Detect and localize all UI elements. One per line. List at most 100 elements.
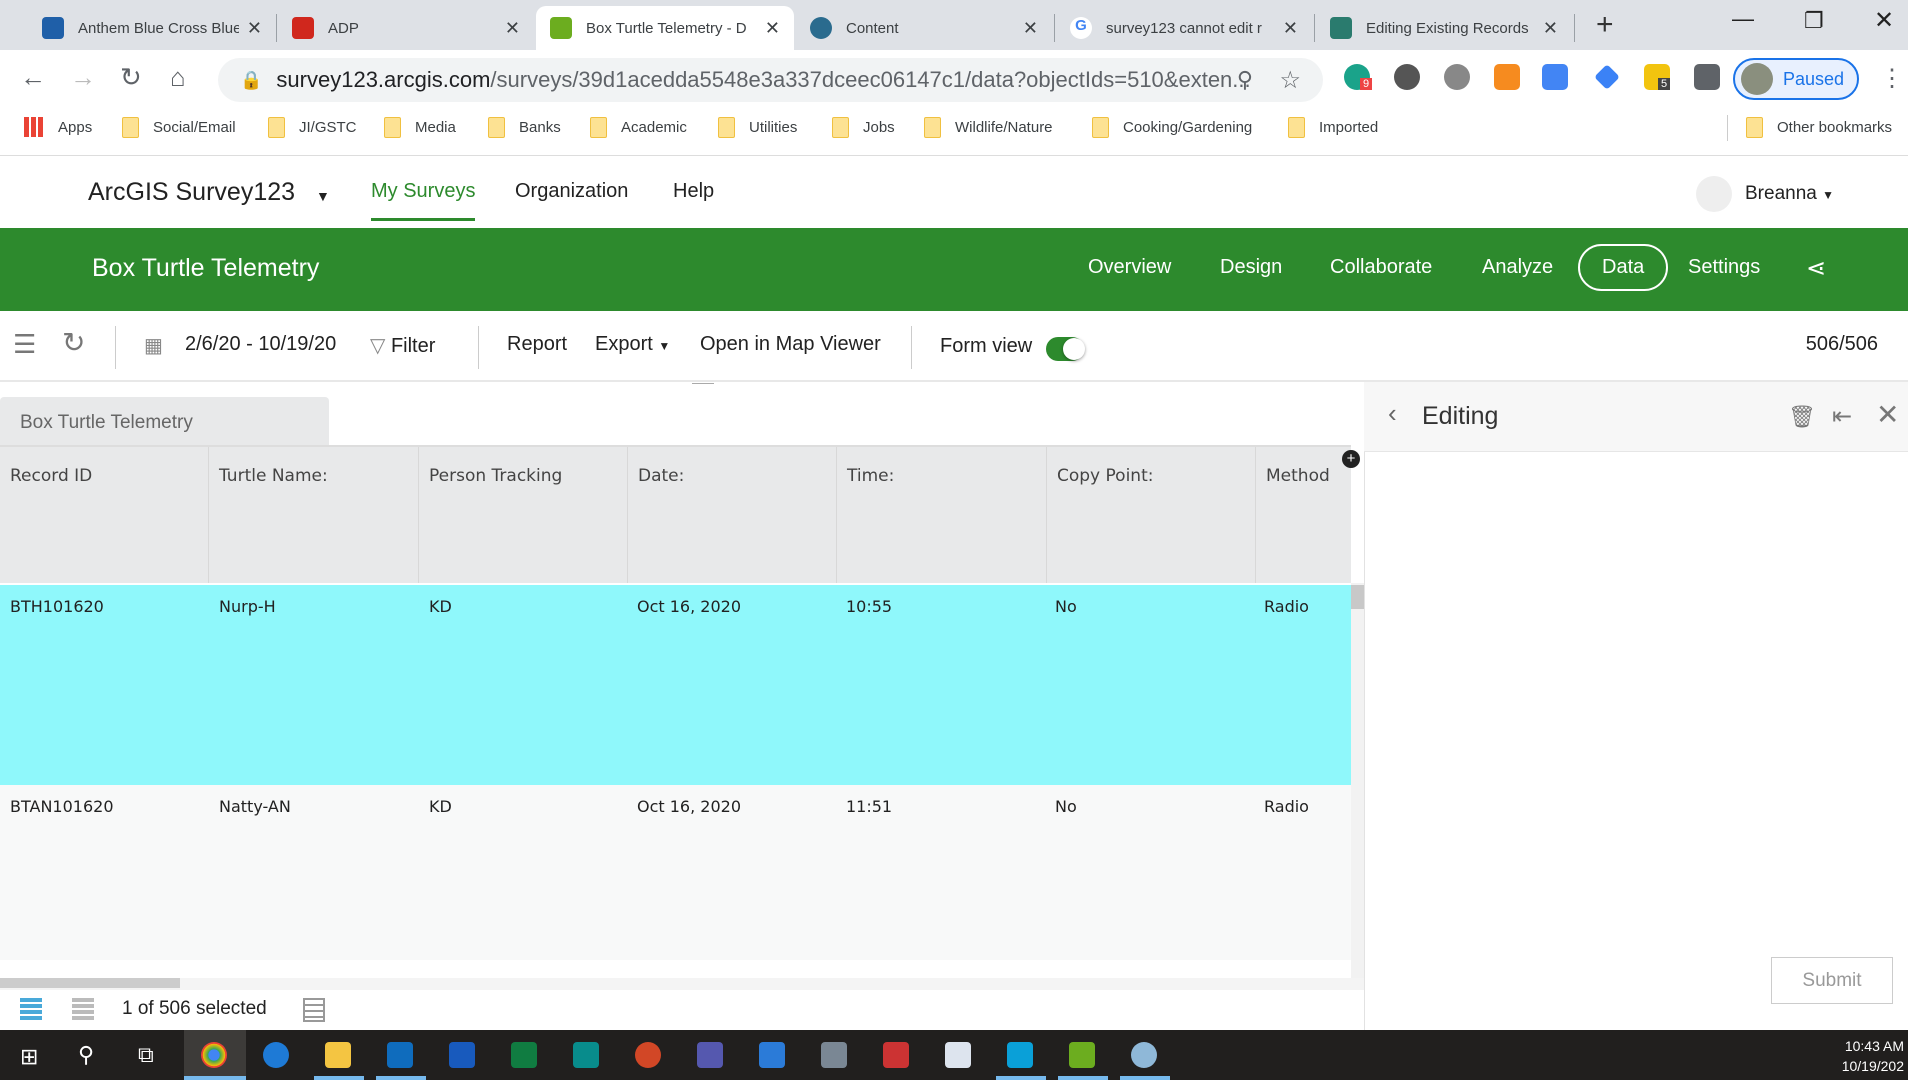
browser-menu-icon[interactable]: ⋮	[1880, 64, 1904, 93]
filter-button[interactable]: ▽ Filter	[370, 333, 435, 358]
column-header[interactable]: Copy Point:	[1047, 447, 1256, 583]
date-range[interactable]: 2/6/20 - 10/19/20	[185, 333, 336, 356]
bookmark-star-icon[interactable]: ☆	[1279, 66, 1301, 95]
extension-yellow-icon[interactable]: 5	[1644, 64, 1671, 90]
sheet-tab[interactable]: Box Turtle Telemetry	[0, 397, 329, 445]
survey-nav-data[interactable]: Data	[1578, 244, 1669, 291]
snipping-tool-icon[interactable]	[883, 1042, 909, 1068]
survey-nav-overview[interactable]: Overview	[1088, 256, 1171, 279]
user-menu[interactable]: Breanna ▼	[1745, 183, 1834, 205]
extensions-puzzle-icon[interactable]	[1694, 64, 1720, 90]
table-row-selected[interactable]: BTH101620 Nurp-H KD Oct 16, 2020 10:55 N…	[0, 585, 1351, 785]
close-tab-icon[interactable]: ✕	[247, 18, 262, 39]
survey-nav-collaborate[interactable]: Collaborate	[1330, 256, 1432, 279]
window-close-button[interactable]: ✕	[1874, 6, 1894, 35]
extension-a-icon[interactable]: 9	[1344, 64, 1373, 90]
scrollbar-thumb[interactable]	[0, 978, 180, 988]
column-header[interactable]: Person Tracking	[419, 447, 628, 583]
table-row-partial[interactable]	[0, 960, 1351, 980]
collapse-panel-icon[interactable]: ⇤	[1832, 402, 1852, 431]
column-header[interactable]: Record ID	[0, 447, 209, 583]
column-header[interactable]: Turtle Name:	[209, 447, 419, 583]
show-selected-icon[interactable]	[72, 998, 94, 1022]
extension-m-icon[interactable]	[1494, 64, 1520, 90]
bookmark-folder[interactable]: Jobs	[832, 117, 895, 138]
survey-nav-design[interactable]: Design	[1220, 256, 1282, 279]
scrollbar-thumb[interactable]	[1351, 585, 1364, 609]
skype-business-icon[interactable]	[1007, 1042, 1033, 1068]
search-icon[interactable]: ⚲	[78, 1042, 94, 1068]
share-icon[interactable]: ⋖	[1806, 254, 1826, 283]
nav-organization[interactable]: Organization	[515, 180, 628, 203]
profile-button[interactable]: Paused	[1733, 58, 1859, 100]
column-header[interactable]: Time:	[837, 447, 1047, 583]
bookmark-folder[interactable]: Media	[384, 117, 456, 138]
calculator-icon[interactable]	[821, 1042, 847, 1068]
file-explorer-icon[interactable]	[325, 1042, 351, 1068]
powerpoint-icon[interactable]	[635, 1042, 661, 1068]
extension-spheres-icon[interactable]	[1394, 64, 1420, 90]
forward-icon[interactable]: →	[70, 62, 96, 93]
back-chevron-icon[interactable]: ‹	[1388, 398, 1397, 429]
table-row[interactable]: BTAN101620 Natty-AN KD Oct 16, 2020 11:5…	[0, 785, 1351, 960]
survey-nav-settings[interactable]: Settings	[1688, 256, 1760, 279]
home-icon[interactable]: ⌂	[170, 62, 186, 93]
bookmark-folder[interactable]: Cooking/Gardening	[1092, 117, 1252, 138]
close-tab-icon[interactable]: ✕	[1023, 18, 1038, 39]
minimize-button[interactable]: —	[1732, 6, 1754, 32]
nav-my-surveys[interactable]: My Surveys	[371, 180, 476, 221]
close-panel-icon[interactable]: ✕	[1876, 398, 1899, 431]
bookmark-folder[interactable]: Utilities	[718, 117, 797, 138]
bookmark-folder[interactable]: Banks	[488, 117, 561, 138]
add-column-icon[interactable]: +	[1342, 450, 1360, 468]
report-button[interactable]: Report	[507, 333, 567, 356]
close-tab-icon[interactable]: ✕	[1543, 18, 1558, 39]
browser-tab[interactable]: Gsurvey123 cannot edit r ✕	[1056, 6, 1312, 50]
export-button[interactable]: Export ▼	[595, 333, 670, 356]
open-map-viewer-button[interactable]: Open in Map Viewer	[700, 333, 881, 356]
column-header[interactable]: Date:	[628, 447, 837, 583]
horizontal-scrollbar[interactable]	[0, 978, 1364, 990]
close-tab-icon[interactable]: ✕	[765, 18, 780, 39]
publisher-icon[interactable]	[573, 1042, 599, 1068]
bookmark-folder[interactable]: Imported	[1288, 117, 1378, 138]
delete-icon[interactable]: 🗑	[1788, 404, 1816, 430]
show-all-icon[interactable]	[20, 998, 42, 1022]
bookmark-other[interactable]: Other bookmarks	[1746, 117, 1892, 138]
nav-help[interactable]: Help	[673, 180, 714, 203]
submit-button[interactable]: Submit	[1771, 957, 1893, 1004]
google-translate-icon[interactable]	[1542, 64, 1568, 90]
new-tab-button[interactable]: +	[1596, 8, 1614, 42]
system-clock[interactable]: 10:43 AM 10/19/202	[1842, 1036, 1904, 1076]
bookmark-apps[interactable]: Apps	[24, 117, 92, 137]
app-switcher-caret-icon[interactable]: ▼	[316, 188, 330, 204]
windows-start-icon[interactable]: ⊞	[20, 1044, 38, 1070]
browser-tab-active[interactable]: Box Turtle Telemetry - D ✕	[536, 6, 794, 50]
table-options-icon[interactable]	[303, 998, 325, 1022]
form-view-toggle[interactable]	[1046, 337, 1085, 361]
user-avatar[interactable]	[1696, 176, 1732, 212]
close-tab-icon[interactable]: ✕	[505, 18, 520, 39]
browser-tab[interactable]: Editing Existing Records ✕	[1316, 6, 1572, 50]
reload-icon[interactable]: ↻	[120, 62, 142, 93]
bookmark-folder[interactable]: Social/Email	[122, 117, 236, 138]
bookmark-folder[interactable]: Wildlife/Nature	[924, 117, 1053, 138]
task-view-icon[interactable]: ⧉	[138, 1042, 154, 1068]
vertical-scrollbar[interactable]	[1351, 583, 1364, 983]
refresh-icon[interactable]: ↻	[62, 326, 85, 359]
teams-icon[interactable]	[697, 1042, 723, 1068]
survey-nav-analyze[interactable]: Analyze	[1482, 256, 1553, 279]
browser-tab[interactable]: Anthem Blue Cross Blue ✕	[28, 6, 276, 50]
close-tab-icon[interactable]: ✕	[1283, 18, 1298, 39]
excel-icon[interactable]	[511, 1042, 537, 1068]
app-shield-icon[interactable]	[759, 1042, 785, 1068]
remote-desktop-icon[interactable]	[945, 1042, 971, 1068]
zoom-icon[interactable]: ⚲	[1237, 67, 1253, 93]
menu-icon[interactable]: ☰	[13, 329, 36, 360]
back-icon[interactable]: ←	[20, 62, 46, 93]
word-icon[interactable]	[449, 1042, 475, 1068]
restore-button[interactable]: ❐	[1804, 8, 1824, 34]
survey123-connect-icon[interactable]	[1069, 1042, 1095, 1068]
paint-icon[interactable]	[1131, 1042, 1157, 1068]
extension-ring-icon[interactable]	[1444, 64, 1470, 90]
